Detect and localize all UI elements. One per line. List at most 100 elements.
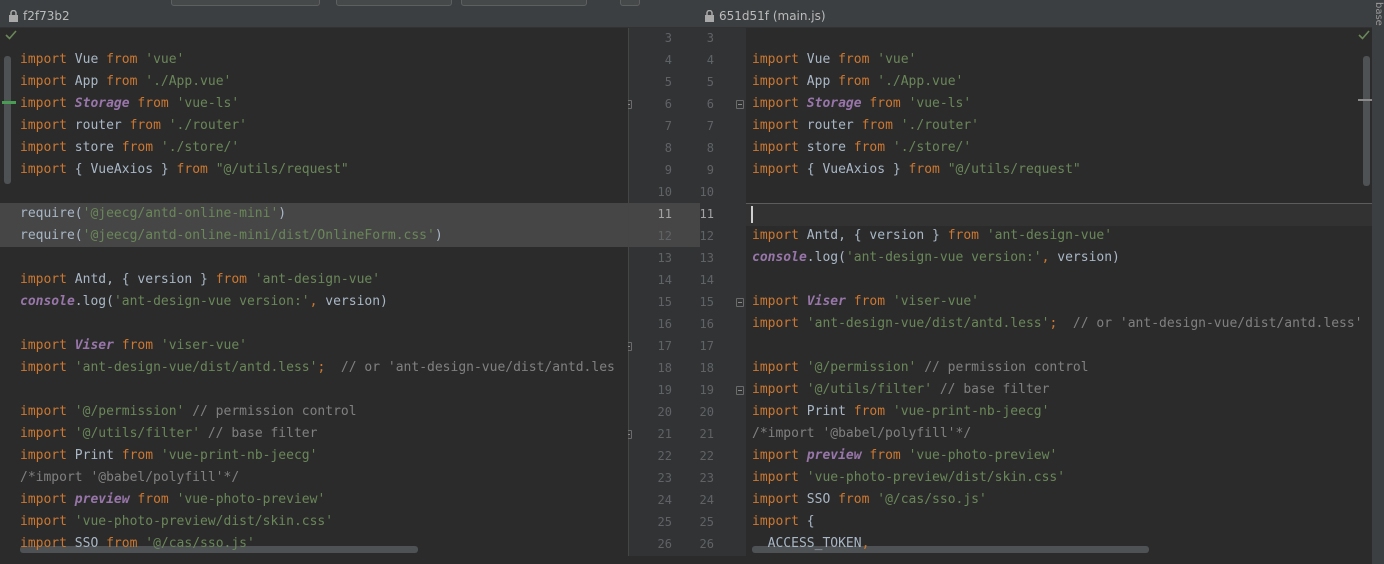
code-line[interactable]: require('@jeecg/antd-online-mini/dist/On… (20, 225, 443, 247)
code-line[interactable]: import Viser from 'viser-vue' (20, 335, 247, 357)
code-token: Print (798, 404, 854, 419)
code-token: 'vue-photo-preview' (908, 448, 1058, 463)
lock-icon (705, 10, 714, 22)
code-line[interactable]: import Viser from 'viser-vue' (752, 291, 979, 313)
code-token: './router' (900, 118, 980, 133)
code-line[interactable]: import router from './router' (752, 115, 979, 137)
side-tool-strip[interactable]: base (1372, 0, 1384, 564)
right-line-number: 10 (699, 185, 714, 199)
code-line[interactable]: ACCESS_TOKEN, (752, 533, 870, 555)
toolbar-dropdown[interactable] (461, 0, 587, 6)
left-line-number: 23 (657, 471, 672, 485)
right-vertical-scrollbar[interactable] (1363, 56, 1370, 186)
code-line[interactable]: import App from './App.vue' (752, 71, 963, 93)
right-line-number: 3 (706, 31, 714, 45)
code-token: console (20, 294, 75, 309)
left-vertical-scrollbar[interactable] (4, 56, 11, 184)
code-line[interactable]: import Print from 'vue-print-nb-jeecg' (752, 401, 1049, 423)
code-line[interactable]: import Storage from 'vue-ls' (752, 93, 971, 115)
code-line[interactable]: import '@/permission' // permission cont… (752, 357, 1089, 379)
code-line[interactable]: /*import '@babel/polyfill'*/ (752, 423, 971, 445)
code-token: './App.vue' (145, 74, 232, 89)
code-line[interactable]: import Print from 'vue-print-nb-jeecg' (20, 445, 317, 467)
code-token: "@/utils/request" (947, 162, 1081, 177)
fold-marker-icon[interactable] (736, 100, 744, 109)
code-token: import (20, 118, 67, 133)
left-line-number: 3 (664, 31, 672, 45)
code-line[interactable]: import Vue from 'vue' (752, 49, 916, 71)
code-line[interactable]: import 'vue-photo-preview/dist/skin.css' (752, 467, 1065, 489)
code-line[interactable]: import 'ant-design-vue/dist/antd.less'; … (752, 313, 1363, 335)
code-token: from (121, 338, 154, 353)
code-line[interactable]: import { VueAxios } from "@/utils/reques… (752, 159, 1081, 181)
code-line[interactable]: import preview from 'vue-photo-preview' (20, 489, 325, 511)
left-line-number: 19 (657, 383, 672, 397)
code-line[interactable]: import preview from 'vue-photo-preview' (752, 445, 1057, 467)
code-line[interactable]: import Storage from 'vue-ls' (20, 93, 239, 115)
code-token: 'vue-photo-preview' (176, 492, 326, 507)
code-token: from (137, 96, 169, 111)
code-token: // or 'ant-design-vue/dist/antd.less' (1072, 316, 1363, 331)
code-token: import (20, 52, 67, 67)
left-line-number: 13 (657, 251, 672, 265)
code-token: /*import '@babel/polyfill'*/ (752, 426, 972, 441)
fold-marker-icon[interactable] (628, 342, 632, 351)
code-token: version) (1049, 250, 1120, 265)
code-line[interactable]: import router from './router' (20, 115, 247, 137)
left-editor-pane[interactable]: import Vue from 'vue' import App from './… (0, 28, 628, 556)
right-line-number: 14 (699, 273, 714, 287)
code-token: from (106, 536, 138, 551)
code-token: // permission control (924, 360, 1089, 375)
code-line[interactable]: require('@jeecg/antd-online-mini') (20, 203, 286, 225)
left-line-number: 22 (657, 449, 672, 463)
code-token: import (752, 470, 799, 485)
code-line[interactable]: /*import '@babel/polyfill'*/ (20, 467, 239, 489)
fold-marker-icon[interactable] (736, 386, 744, 395)
code-token: import (752, 96, 799, 111)
code-line[interactable]: import store from './store/' (752, 137, 971, 159)
code-line[interactable]: import store from './store/' (20, 137, 239, 159)
code-line[interactable]: import Antd, { version } from 'ant-desig… (20, 269, 380, 291)
code-line[interactable]: import '@/utils/filter' // base filter (752, 379, 1049, 401)
code-token: import (20, 140, 67, 155)
fold-marker-icon[interactable] (628, 430, 632, 439)
fold-marker-icon[interactable] (628, 100, 632, 109)
right-line-number: 20 (699, 405, 714, 419)
code-line[interactable]: import 'ant-design-vue/dist/antd.less'; … (20, 357, 615, 379)
code-token: log( (814, 250, 846, 265)
code-token: import (752, 118, 799, 133)
left-line-number: 21 (657, 427, 672, 441)
code-token: store (798, 140, 854, 155)
code-line[interactable]: console.log('ant-design-vue version:', v… (20, 291, 388, 313)
code-line[interactable]: import SSO from '@/cas/sso.js' (20, 533, 255, 555)
code-token: SSO (66, 536, 107, 551)
fold-marker-icon[interactable] (736, 298, 744, 307)
toolbar-dropdown[interactable] (336, 0, 452, 6)
right-line-number: 5 (706, 75, 714, 89)
right-line-number: 13 (699, 251, 714, 265)
code-token: import (20, 448, 67, 463)
code-token: from (215, 272, 247, 287)
code-line[interactable]: console.log('ant-design-vue version:', v… (752, 247, 1120, 269)
code-line[interactable]: import '@/permission' // permission cont… (20, 401, 357, 423)
right-editor-pane[interactable]: import Vue from 'vue' import App from './… (746, 28, 1372, 556)
code-line[interactable]: import { (752, 511, 815, 533)
code-line[interactable]: import 'vue-photo-preview/dist/skin.css' (20, 511, 333, 533)
code-line[interactable]: import { VueAxios } from "@/utils/reques… (20, 159, 349, 181)
code-line[interactable]: import SSO from '@/cas/sso.js' (752, 489, 987, 511)
right-line-number: 21 (699, 427, 714, 441)
code-line[interactable]: import '@/utils/filter' // base filter (20, 423, 317, 445)
right-line-number: 26 (699, 537, 714, 551)
toolbar-button[interactable] (620, 0, 640, 6)
code-line[interactable]: import Antd, { version } from 'ant-desig… (752, 225, 1112, 247)
code-line[interactable]: import Vue from 'vue' (20, 49, 184, 71)
code-line[interactable]: import App from './App.vue' (20, 71, 231, 93)
toolbar-dropdown[interactable] (171, 0, 320, 6)
